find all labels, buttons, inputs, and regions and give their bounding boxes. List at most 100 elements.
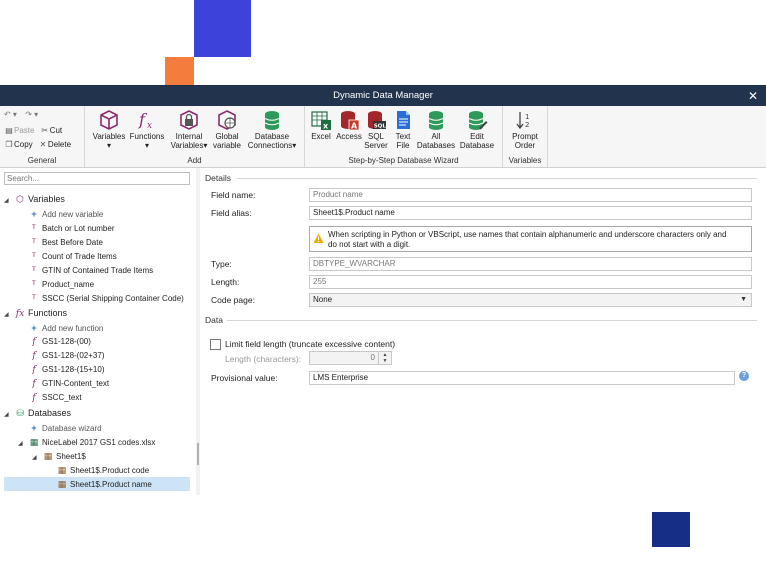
svg-text:x: x — [323, 122, 329, 131]
database-wizard[interactable]: + Database wizard — [28, 421, 101, 435]
collapse-icon[interactable]: ◢ — [18, 437, 28, 451]
database-connections-label-2: Connections — [247, 141, 293, 150]
tree-item-function[interactable]: f SSCC_text — [28, 391, 81, 405]
tree-item-label: Sheet1$.Product name — [70, 480, 152, 489]
add-new-function-label: Add new function — [42, 324, 104, 333]
tree-item-function[interactable]: f GS1-128-(15+10) — [28, 363, 104, 377]
ribbon: ↶ ▾ ↷ ▾ ▤Paste ✂ Cut ❐Copy ✕ Delete Genera… — [0, 106, 766, 168]
excel-button[interactable]: x Excel — [307, 109, 335, 141]
all-databases-button[interactable]: All Databases — [416, 109, 456, 150]
internal-variables-label-1: Internal — [175, 132, 203, 141]
text-variable-icon: ᵀ — [32, 265, 36, 275]
collapse-icon[interactable]: ◢ — [32, 451, 42, 465]
field-name-label: Field name: — [211, 190, 256, 200]
provisional-value-input[interactable]: LMS Enterprise — [309, 371, 735, 385]
tree-node-databases[interactable]: ◢ ⛁ Databases — [4, 406, 71, 420]
functions-label: Functions — [129, 132, 165, 141]
chevron-down-icon: ▾ — [144, 141, 149, 150]
text-file-label-1: Text — [395, 132, 411, 141]
edit-database-button[interactable]: Edit Database — [457, 109, 497, 150]
warning-icon — [313, 233, 324, 243]
tree-item-field[interactable]: ▦ Sheet1$.Product code — [56, 463, 149, 477]
search-input[interactable] — [4, 172, 190, 185]
warning-text-line-2: do not start with a digit. — [328, 240, 411, 249]
cut-button[interactable]: ✂ Cut — [40, 126, 62, 135]
splitter-grip[interactable] — [197, 443, 199, 465]
tree-item-variable[interactable]: ᵀ Batch or Lot number — [28, 221, 114, 235]
table-field-icon: ▦ — [57, 465, 67, 475]
section-divider — [237, 178, 757, 179]
database-connections-button[interactable]: Database Connections▾ — [243, 109, 301, 150]
tree-item-label: GTIN-Content_text — [42, 379, 110, 388]
tree-item-function[interactable]: f GS1-128-(00) — [28, 335, 91, 349]
scissors-icon: ✂ — [41, 126, 49, 135]
stepper-arrows-icon[interactable]: ▲ ▼ — [378, 352, 391, 364]
function-icon: f — [32, 379, 36, 389]
paste-button[interactable]: ▤Paste — [4, 126, 34, 135]
type-label: Type: — [211, 259, 232, 269]
tree-item-variable[interactable]: ᵀ Product_name — [28, 277, 94, 291]
access-label: Access — [336, 132, 362, 141]
prompt-order-label-2: Order — [514, 141, 536, 150]
undo-icon[interactable]: ↶ ▾ — [4, 110, 17, 119]
collapse-icon[interactable]: ◢ — [4, 308, 14, 322]
tree-node-functions[interactable]: ◢ fx Functions — [4, 306, 67, 320]
svg-text:1: 1 — [525, 113, 529, 121]
tree-item-function[interactable]: f GS1-128-(02+37) — [28, 349, 104, 363]
edit-database-label-2: Database — [459, 141, 495, 150]
lock-cube-icon — [180, 110, 198, 130]
variables-button[interactable]: Variables ▾ — [89, 109, 129, 150]
tree-item-label: Count of Trade Items — [42, 252, 117, 261]
database-icon — [428, 111, 444, 130]
dropdown-arrow-icon[interactable]: ▼ — [740, 294, 747, 306]
help-icon[interactable]: ? — [739, 371, 749, 381]
code-page-value: None — [313, 295, 333, 304]
delete-button[interactable]: ✕ Delete — [38, 140, 71, 149]
tree-item-variable[interactable]: ᵀ GTIN of Contained Trade Items — [28, 263, 153, 277]
copy-icon: ❐ — [5, 140, 13, 149]
prompt-order-button[interactable]: 12 Prompt Order — [505, 109, 545, 150]
function-icon: fx — [138, 110, 152, 131]
text-variable-icon: ᵀ — [32, 293, 36, 303]
internal-variables-button[interactable]: Internal Variables▾ — [169, 109, 209, 150]
field-alias-input[interactable]: Sheet1$.Product name — [309, 206, 752, 220]
delete-icon: ✕ — [39, 140, 47, 149]
tree-header-label: Functions — [28, 308, 68, 318]
collapse-icon[interactable]: ◢ — [4, 194, 14, 208]
pane-splitter[interactable] — [196, 168, 200, 495]
code-page-select[interactable]: None ▼ — [309, 293, 752, 307]
close-icon[interactable]: ✕ — [746, 86, 760, 106]
tree-item-variable[interactable]: ᵀ Count of Trade Items — [28, 249, 117, 263]
tree-item-variable[interactable]: ᵀ SSCC (Serial Shipping Container Code) — [28, 291, 184, 305]
access-button[interactable]: A Access — [335, 109, 363, 141]
tree-item-label: Product_name — [42, 280, 95, 289]
global-variable-button[interactable]: Global variable — [209, 109, 245, 150]
limit-length-checkbox[interactable] — [210, 339, 221, 350]
excel-icon: ▦ — [29, 437, 39, 447]
tree-item-variable[interactable]: ᵀ Best Before Date — [28, 235, 103, 249]
add-new-function[interactable]: + Add new function — [28, 321, 103, 335]
tree-item-label: SSCC (Serial Shipping Container Code) — [42, 294, 184, 303]
copy-button[interactable]: ❐Copy — [4, 140, 32, 149]
tree-item-function[interactable]: f GTIN-Content_text — [28, 377, 109, 391]
collapse-icon[interactable]: ◢ — [4, 408, 14, 422]
add-new-variable[interactable]: + Add new variable — [28, 207, 103, 221]
plus-icon: + — [31, 323, 37, 333]
text-file-button[interactable]: Text File — [390, 109, 416, 150]
tree-node-database-file[interactable]: ◢ ▦ NiceLabel 2017 GS1 codes.xlsx — [18, 435, 155, 449]
svg-text:x: x — [147, 121, 152, 131]
ribbon-group-wizard: x Excel A Access SQL SQL Server Text File … — [305, 106, 503, 167]
sql-server-button[interactable]: SQL SQL Server — [363, 109, 389, 150]
group-label-variables: Variables — [508, 156, 542, 165]
group-label-wizard: Step-by-Step Database Wizard — [348, 156, 459, 165]
tree-item-field-selected[interactable]: ▦ Sheet1$.Product name — [4, 477, 190, 491]
svg-text:SQL: SQL — [374, 124, 387, 130]
tree-node-variables[interactable]: ◢ ⬡ Variables — [4, 192, 65, 206]
functions-button[interactable]: fx Functions ▾ — [127, 109, 167, 150]
prompt-order-label-1: Prompt — [512, 132, 538, 141]
chevron-down-icon: ▾ — [106, 141, 111, 150]
tree-item-label: GS1-128-(15+10) — [42, 365, 105, 374]
redo-icon[interactable]: ↷ ▾ — [25, 110, 38, 119]
tree-node-table[interactable]: ◢ ▦ Sheet1$ — [32, 449, 86, 463]
length-characters-stepper[interactable]: 0 ▲ ▼ — [309, 351, 392, 365]
